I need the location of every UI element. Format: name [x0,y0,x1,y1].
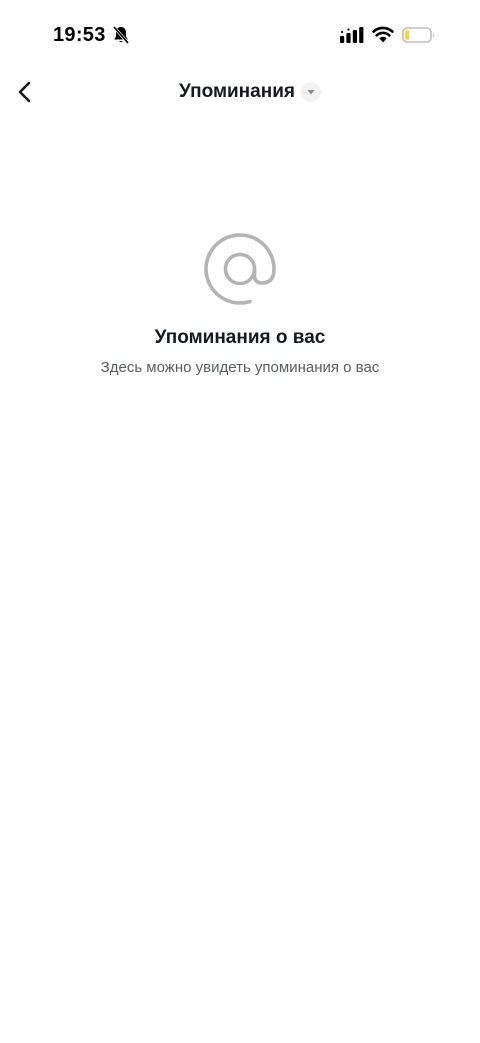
status-bar: 19:53 [0,0,480,70]
empty-state: Упоминания о вас Здесь можно увидеть упо… [0,228,480,378]
battery-icon [402,27,434,43]
nav-bar: Упоминания [0,70,480,114]
signal-icon [340,27,364,43]
page-title[interactable]: Упоминания [179,70,295,114]
title-dropdown-button[interactable] [300,82,321,102]
wifi-icon [372,26,394,43]
caret-down-icon [307,90,315,95]
empty-state-subtitle: Здесь можно увидеть упоминания о вас [100,359,380,376]
bell-muted-icon [112,26,130,44]
empty-state-title: Упоминания о вас [154,327,326,348]
nav-title-group[interactable]: Упоминания [0,70,480,114]
status-time: 19:53 [53,24,106,46]
at-sign-icon [204,233,276,305]
